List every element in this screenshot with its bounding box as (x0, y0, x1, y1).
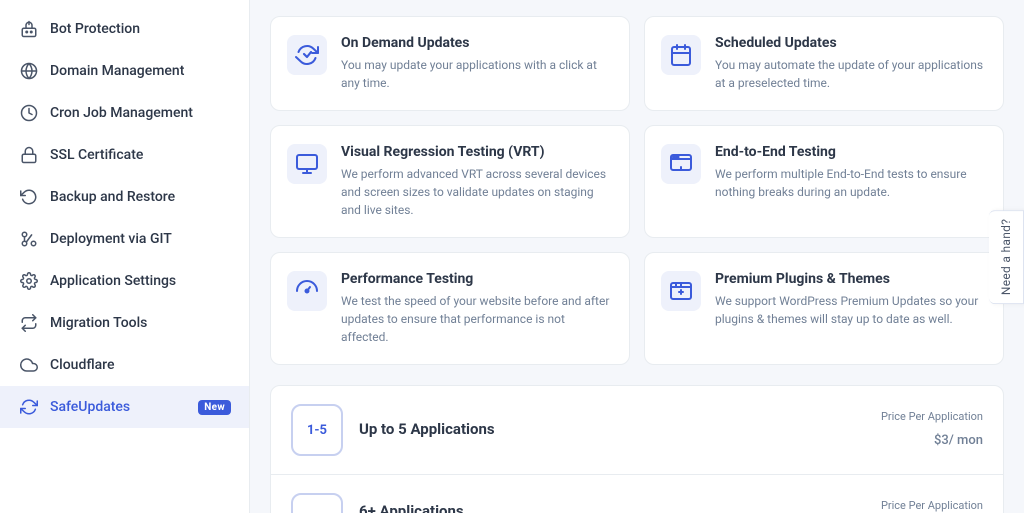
speedometer-icon (287, 271, 327, 311)
feature-cards-grid: On Demand Updates You may update your ap… (270, 16, 1004, 365)
card-desc: We test the speed of your website before… (341, 292, 613, 346)
globe-icon (18, 60, 40, 82)
card-desc: We perform multiple End-to-End tests to … (715, 165, 987, 201)
git-icon (18, 228, 40, 250)
migration-icon (18, 312, 40, 334)
sidebar-item-ssl[interactable]: SSL Certificate (0, 134, 249, 176)
sidebar-label: Backup and Restore (50, 189, 231, 205)
card-on-demand-updates: On Demand Updates You may update your ap… (270, 16, 630, 111)
card-content: On Demand Updates You may update your ap… (341, 35, 613, 92)
card-desc: We support WordPress Premium Updates so … (715, 292, 987, 328)
sidebar-label: Deployment via GIT (50, 231, 231, 247)
cloud-icon (18, 354, 40, 376)
card-content: End-to-End Testing We perform multiple E… (715, 144, 987, 201)
sidebar-item-deployment[interactable]: Deployment via GIT (0, 218, 249, 260)
sidebar-item-safeupdates[interactable]: SafeUpdates New (0, 386, 249, 428)
sidebar-label: Domain Management (50, 63, 231, 79)
pricing-icon-text: 1-5 (307, 423, 327, 438)
sidebar-label: SafeUpdates (50, 399, 188, 415)
card-desc: You may update your applications with a … (341, 56, 613, 92)
card-desc: We perform advanced VRT across several d… (341, 165, 613, 219)
price-value: $3 (934, 433, 949, 448)
pricing-icon-5: 1-5 (291, 404, 343, 456)
card-content: Visual Regression Testing (VRT) We perfo… (341, 144, 613, 219)
sidebar-item-domain-management[interactable]: Domain Management (0, 50, 249, 92)
gear-icon (18, 270, 40, 292)
sidebar: Bot Protection Domain Management Cron Jo… (0, 0, 250, 513)
sidebar-label: Cron Job Management (50, 105, 231, 121)
card-title: On Demand Updates (341, 35, 613, 51)
lock-icon (18, 144, 40, 166)
pricing-label: Price Per Application (881, 410, 983, 423)
pricing-title: Up to 5 Applications (359, 420, 865, 438)
card-e2e-testing: End-to-End Testing We perform multiple E… (644, 125, 1004, 238)
card-performance-testing: Performance Testing We test the speed of… (270, 252, 630, 365)
card-scheduled-updates: Scheduled Updates You may automate the u… (644, 16, 1004, 111)
sidebar-item-bot-protection[interactable]: Bot Protection (0, 8, 249, 50)
sidebar-label: Application Settings (50, 273, 231, 289)
calendar-icon (661, 35, 701, 75)
pricing-price: Price Per Application $3/ mon (881, 410, 983, 450)
need-hand-tab[interactable]: Need a hand? (989, 209, 1024, 303)
pricing-row-6plus: 6 + 6+ Applications Save an extra $1 whe… (271, 475, 1003, 513)
sidebar-item-migration[interactable]: Migration Tools (0, 302, 249, 344)
backup-icon (18, 186, 40, 208)
monitor-icon (287, 144, 327, 184)
refresh-check-icon (287, 35, 327, 75)
card-title: Visual Regression Testing (VRT) (341, 144, 613, 160)
pricing-label: Price Per Application (881, 499, 983, 512)
sidebar-item-cloudflare[interactable]: Cloudflare (0, 344, 249, 386)
refresh-icon (18, 396, 40, 418)
price-period: / mon (949, 433, 983, 448)
sidebar-label: Migration Tools (50, 315, 231, 331)
pricing-title: 6+ Applications (359, 502, 865, 513)
pricing-text: 6+ Applications Save an extra $1 when yo… (359, 502, 865, 513)
card-title: End-to-End Testing (715, 144, 987, 160)
pricing-text: Up to 5 Applications (359, 420, 865, 441)
browser-test-icon (661, 144, 701, 184)
new-badge: New (198, 400, 231, 415)
card-content: Premium Plugins & Themes We support Word… (715, 271, 987, 328)
sidebar-label: Bot Protection (50, 21, 231, 37)
robot-icon (18, 18, 40, 40)
sidebar-item-backup[interactable]: Backup and Restore (0, 176, 249, 218)
card-content: Scheduled Updates You may automate the u… (715, 35, 987, 92)
sidebar-item-app-settings[interactable]: Application Settings (0, 260, 249, 302)
card-title: Performance Testing (341, 271, 613, 287)
card-title: Scheduled Updates (715, 35, 987, 51)
card-title: Premium Plugins & Themes (715, 271, 987, 287)
pricing-section: 1-5 Up to 5 Applications Price Per Appli… (270, 385, 1004, 513)
clock-icon (18, 102, 40, 124)
card-vrt: Visual Regression Testing (VRT) We perfo… (270, 125, 630, 238)
pricing-row-5: 1-5 Up to 5 Applications Price Per Appli… (271, 386, 1003, 475)
pricing-icon-6: 6 + (291, 493, 343, 513)
card-content: Performance Testing We test the speed of… (341, 271, 613, 346)
card-premium-plugins: Premium Plugins & Themes We support Word… (644, 252, 1004, 365)
sidebar-label: SSL Certificate (50, 147, 231, 163)
plugin-icon (661, 271, 701, 311)
sidebar-label: Cloudflare (50, 357, 231, 373)
card-desc: You may automate the update of your appl… (715, 56, 987, 92)
pricing-price: Price Per Application $2/ mon (881, 499, 983, 513)
need-hand-wrapper: Need a hand? (989, 209, 1024, 303)
sidebar-item-cron-job[interactable]: Cron Job Management (0, 92, 249, 134)
pricing-amount: $3/ mon (881, 425, 983, 450)
main-content: On Demand Updates You may update your ap… (250, 0, 1024, 513)
